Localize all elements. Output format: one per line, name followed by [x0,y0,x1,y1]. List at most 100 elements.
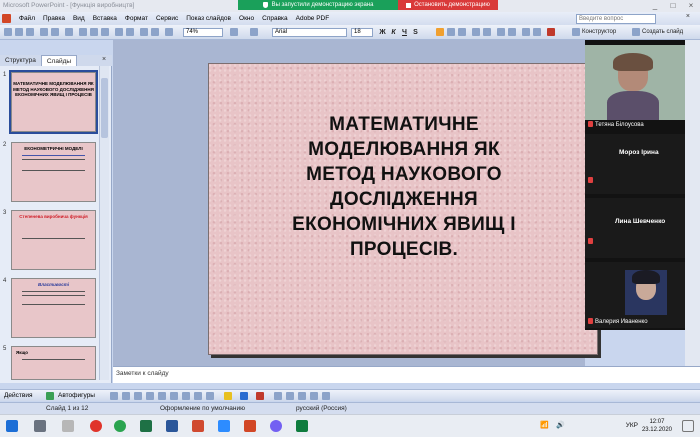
menu-tools[interactable]: Сервис [152,15,182,22]
chrome-icon[interactable] [114,420,126,432]
font-select[interactable]: Arial [272,28,347,37]
spelling-icon[interactable] [65,28,73,36]
slide-thumbnail-4[interactable]: Властивості [11,278,96,338]
font-size-select[interactable]: 18 [351,28,373,37]
menu-insert[interactable]: Вставка [89,15,121,22]
pane-close-button[interactable]: × [102,56,106,63]
bullets-icon[interactable] [483,28,491,36]
menu-edit[interactable]: Правка [39,15,69,22]
opera-icon[interactable] [90,420,102,432]
copy-icon[interactable] [90,28,98,36]
taskbar-app-icon[interactable] [62,420,74,432]
maximize-button[interactable]: □ [664,0,682,12]
picture-icon[interactable] [206,392,214,400]
design-button[interactable]: Конструктор [582,28,616,37]
oval-icon[interactable] [146,392,154,400]
arrow-style-icon[interactable] [298,392,306,400]
rectangle-icon[interactable] [134,392,142,400]
scrollbar-thumb[interactable] [101,78,108,138]
menu-format[interactable]: Формат [121,15,152,22]
excel-icon[interactable] [140,420,152,432]
increase-font-icon[interactable] [497,28,505,36]
new-slide-icon[interactable] [632,28,640,36]
outdent-icon[interactable] [533,28,541,36]
vertical-scrollbar[interactable] [685,40,700,366]
tab-slides[interactable]: Слайды [40,55,78,66]
participant-tile[interactable]: Лина Шевченко [585,198,685,258]
line-icon[interactable] [110,392,118,400]
underline-button[interactable]: Ч [400,28,409,37]
participant-tile-video[interactable] [585,45,685,120]
menu-slideshow[interactable]: Показ слайдов [182,15,235,22]
italic-button[interactable]: К [389,28,398,37]
menu-window[interactable]: Окно [235,15,258,22]
wordart-icon[interactable] [170,392,178,400]
clock[interactable]: 12:07 23.12.2020 [642,418,672,434]
slide-thumbnail-5[interactable]: Якщо [11,346,96,380]
volume-icon[interactable]: 🔊 [556,421,565,429]
3d-style-icon[interactable] [322,392,330,400]
design-icon[interactable] [572,28,580,36]
current-slide[interactable]: МАТЕМАТИЧНЕ МОДЕЛЮВАННЯ ЯК МЕТОД НАУКОВО… [208,63,598,355]
open-icon[interactable] [15,28,23,36]
autoshapes-menu[interactable]: Автофигуры [58,391,95,401]
menu-file[interactable]: Файл [15,15,39,22]
menu-view[interactable]: Вид [69,15,89,22]
menu-help[interactable]: Справка [258,15,292,22]
slide-title[interactable]: МАТЕМАТИЧНЕ МОДЕЛЮВАННЯ ЯК МЕТОД НАУКОВО… [239,112,569,262]
font-color-icon[interactable] [256,392,264,400]
shadow-button[interactable]: S [411,28,420,37]
cut-icon[interactable] [79,28,87,36]
bold-button[interactable]: Ж [378,28,387,37]
dash-style-icon[interactable] [286,392,294,400]
help-search-input[interactable]: Введите вопрос [576,14,656,24]
word-icon[interactable] [166,420,178,432]
tab-outline[interactable]: Структура [0,55,41,66]
notifications-icon[interactable] [682,420,694,432]
numbering-icon[interactable] [472,28,480,36]
paste-icon[interactable] [101,28,109,36]
help-icon[interactable] [230,28,238,36]
shadow-style-icon[interactable] [310,392,318,400]
line-style-icon[interactable] [274,392,282,400]
align-center-icon[interactable] [447,28,455,36]
style-icon[interactable] [250,28,258,36]
slide-thumbnail-1[interactable]: МАТЕМАТИЧНЕ МОДЕЛЮВАННЯ ЯК МЕТОД НАУКОВО… [9,70,98,134]
slide-thumbnail-3[interactable]: Степенева виробнича функція [11,210,96,270]
notes-pane[interactable]: Заметки к слайду [113,366,700,383]
pdf-icon[interactable] [192,420,204,432]
powerpoint-icon[interactable] [2,14,11,23]
new-slide-button[interactable]: Создать слайд [642,28,683,37]
diagram-icon[interactable] [182,392,190,400]
align-right-icon[interactable] [458,28,466,36]
actions-menu[interactable]: Действия [4,391,32,401]
participant-tile[interactable]: Мороз Ірина [585,134,685,194]
new-icon[interactable] [4,28,12,36]
input-language[interactable]: УКР [626,422,638,429]
decrease-font-icon[interactable] [508,28,516,36]
stop-sharing-button[interactable]: Остановить демонстрацию [398,0,498,10]
menu-adobe-pdf[interactable]: Adobe PDF [292,15,334,22]
indent-icon[interactable] [522,28,530,36]
zoom-select[interactable]: 74% [183,28,223,37]
viber-icon[interactable] [270,420,282,432]
close-window-button[interactable]: × [682,0,700,12]
align-left-icon[interactable] [436,28,444,36]
network-icon[interactable]: 📶 [540,421,549,429]
preview-icon[interactable] [51,28,59,36]
slide-thumbnail-2[interactable]: ЕКОНОМЕТРИЧНІ МОДЕЛІ [11,142,96,202]
redo-icon[interactable] [126,28,134,36]
document-close-button[interactable]: × [686,13,690,20]
slides-scrollbar[interactable] [99,66,109,380]
taskbar-app-icon[interactable] [296,420,308,432]
grid-icon[interactable] [165,28,173,36]
participant-tile-video[interactable]: Валерия Иваненко [585,262,685,328]
chart-icon[interactable] [140,28,148,36]
start-icon[interactable] [6,420,18,432]
zoom-icon[interactable] [218,420,230,432]
line-color-icon[interactable] [240,392,248,400]
table-icon[interactable] [151,28,159,36]
font-color-icon[interactable] [547,28,555,36]
arrow-icon[interactable] [122,392,130,400]
task-view-icon[interactable] [34,420,46,432]
